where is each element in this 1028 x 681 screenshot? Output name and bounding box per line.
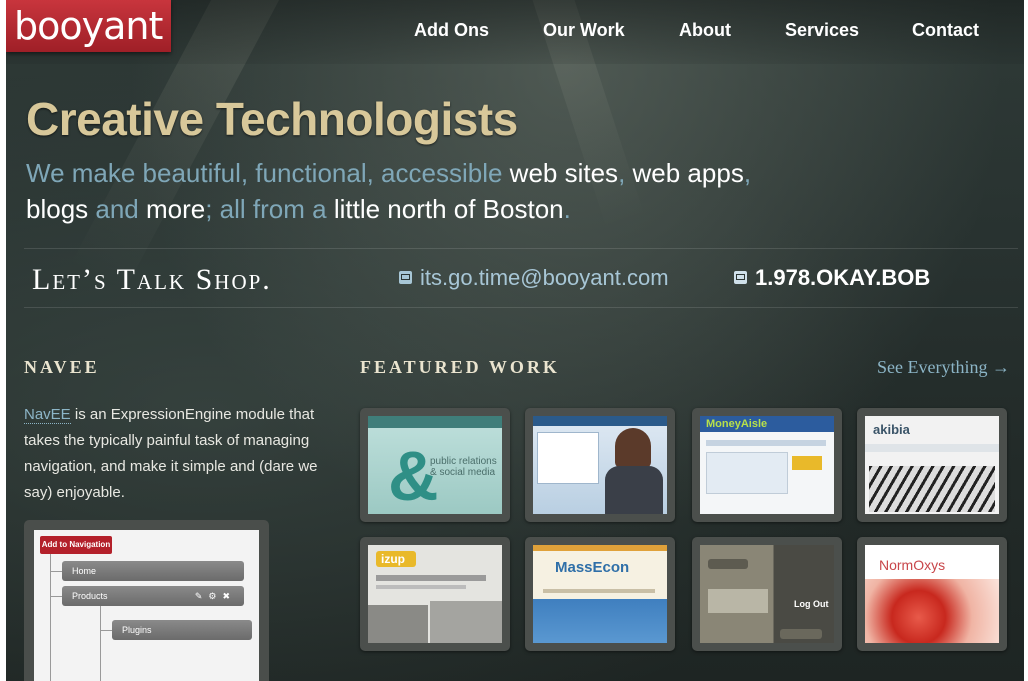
navee-heading: NAVEE bbox=[24, 357, 100, 377]
tree-line bbox=[50, 554, 51, 681]
navee-link[interactable]: NavEE bbox=[24, 406, 71, 424]
tagline-segment: web sites bbox=[509, 158, 619, 188]
thumb-label: MoneyAisle bbox=[706, 418, 768, 430]
thumb-image: Log Out bbox=[700, 545, 834, 643]
portfolio-thumb-7[interactable]: Log Out bbox=[692, 537, 842, 651]
thumb-image: MassEcon bbox=[533, 545, 667, 643]
thumb-image: MoneyAisle bbox=[700, 416, 834, 514]
portfolio-thumb-8[interactable]: NormOxys bbox=[857, 537, 1007, 651]
thumb-label: Log Out bbox=[794, 599, 829, 609]
tagline-segment: We make beautiful, functional, accessibl… bbox=[26, 158, 510, 188]
tagline-segment: ; all from a bbox=[205, 194, 334, 224]
navee-screenshot[interactable]: Add to Navigation Home Products ✎⚙✖ Plug… bbox=[24, 520, 269, 681]
logo-text: booyant bbox=[14, 4, 163, 48]
tagline-segment: little north of Boston bbox=[333, 194, 564, 224]
tagline-segment: , bbox=[618, 158, 633, 188]
nav-node-plugins: Plugins bbox=[112, 620, 252, 640]
thumb-label: public relations & social media bbox=[430, 456, 497, 478]
phone-link[interactable]: 1.978.OKAY.BOB bbox=[734, 265, 930, 291]
thumb-label: izup bbox=[381, 552, 405, 566]
nav-services[interactable]: Services bbox=[785, 20, 859, 44]
tree-line bbox=[50, 571, 62, 572]
talk-shop-heading: Let’s Talk Shop. bbox=[32, 263, 272, 296]
thumb-image: izup bbox=[368, 545, 502, 643]
tagline-segment: more bbox=[145, 194, 206, 224]
portfolio-thumb-1[interactable]: & public relations & social media bbox=[360, 408, 510, 522]
thumb-image: & public relations & social media bbox=[368, 416, 502, 514]
thumb-image: akibia bbox=[865, 416, 999, 514]
tagline-segment: , bbox=[743, 158, 752, 188]
nav-node-products: Products ✎⚙✖ bbox=[62, 586, 244, 606]
tree-line bbox=[100, 630, 112, 631]
portfolio-thumb-5[interactable]: izup bbox=[360, 537, 510, 651]
portfolio-thumb-2[interactable] bbox=[525, 408, 675, 522]
email-link[interactable]: its.go.time@booyant.com bbox=[399, 265, 669, 291]
person-graphic bbox=[615, 428, 651, 468]
nav-our-work[interactable]: Our Work bbox=[543, 20, 625, 44]
featured-work-heading: FEATURED WORK bbox=[360, 357, 560, 377]
navee-screenshot-content: Add to Navigation Home Products ✎⚙✖ Plug… bbox=[34, 530, 259, 681]
add-to-navigation-button: Add to Navigation bbox=[40, 536, 112, 554]
nav-contact[interactable]: Contact bbox=[912, 20, 979, 44]
portfolio-thumb-4[interactable]: akibia bbox=[857, 408, 1007, 522]
page-frame: booyant Add Ons Our Work About Services … bbox=[6, 0, 1024, 681]
booyant-logo[interactable]: booyant bbox=[6, 0, 171, 52]
thumb-label: NormOxys bbox=[879, 557, 946, 573]
see-everything-link[interactable]: See Everything → bbox=[877, 357, 1010, 378]
navee-description: NavEE is an ExpressionEngine module that… bbox=[24, 402, 344, 506]
tree-line bbox=[50, 596, 62, 597]
tagline-segment: and bbox=[88, 194, 146, 224]
thumb-image: NormOxys bbox=[865, 545, 999, 643]
blood-cell-graphic bbox=[865, 579, 999, 643]
tree-line bbox=[100, 606, 101, 681]
nav-add-ons[interactable]: Add Ons bbox=[414, 20, 489, 44]
thumb-label: akibia bbox=[873, 422, 910, 437]
tagline-segment: web apps bbox=[632, 158, 744, 188]
nav-node-label: Products bbox=[72, 591, 108, 601]
email-text: its.go.time@booyant.com bbox=[420, 265, 669, 290]
phone-text: 1.978.OKAY.BOB bbox=[755, 265, 931, 290]
page-headline: Creative Technologists bbox=[26, 93, 518, 145]
nav-node-home: Home bbox=[62, 561, 244, 581]
edit-settings-delete-icons: ✎⚙✖ bbox=[194, 591, 236, 601]
phone-icon bbox=[734, 271, 747, 284]
portfolio-thumb-3[interactable]: MoneyAisle bbox=[692, 408, 842, 522]
thumb-label: MassEcon bbox=[555, 559, 630, 576]
envelope-icon bbox=[399, 271, 412, 284]
tagline-segment: . bbox=[563, 194, 571, 224]
portfolio-thumb-6[interactable]: MassEcon bbox=[525, 537, 675, 651]
tagline: We make beautiful, functional, accessibl… bbox=[26, 155, 806, 227]
top-nav-bar: booyant Add Ons Our Work About Services … bbox=[6, 0, 1024, 64]
nav-about[interactable]: About bbox=[679, 20, 731, 44]
thumb-image bbox=[533, 416, 667, 514]
structure-graphic bbox=[869, 466, 995, 512]
contact-bar: Let’s Talk Shop. its.go.time@booyant.com… bbox=[24, 248, 1018, 308]
tagline-segment: blogs bbox=[26, 194, 89, 224]
